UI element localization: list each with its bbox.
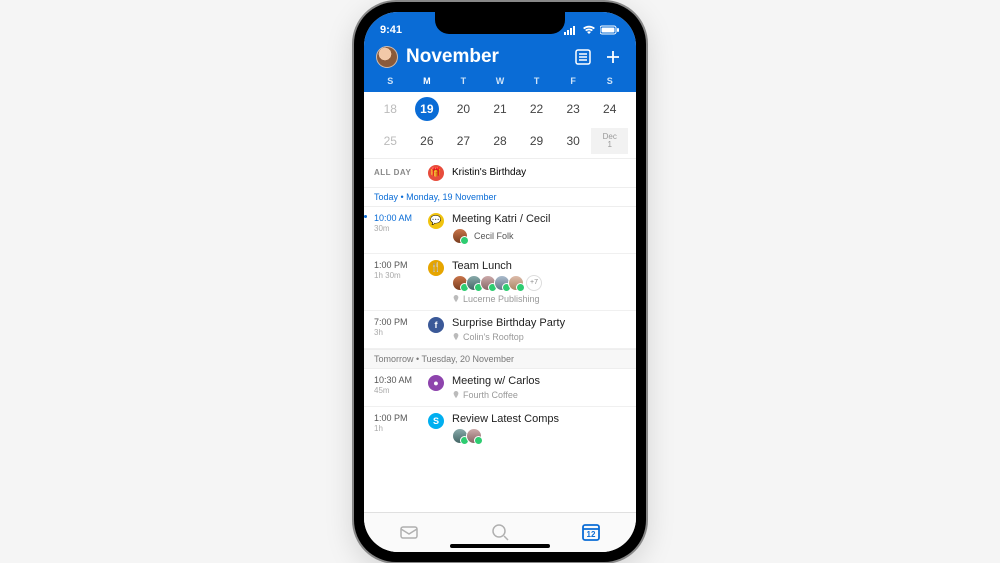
- weekday-col: T: [445, 76, 482, 86]
- month-title[interactable]: November: [406, 46, 564, 68]
- event-row[interactable]: 10:30 AM45m ● Meeting w/ Carlos Fourth C…: [364, 369, 636, 407]
- avatar: [466, 428, 482, 444]
- cal-day[interactable]: 29: [518, 128, 555, 154]
- avatar: [452, 228, 468, 244]
- event-location: Colin's Rooftop: [452, 332, 626, 342]
- event-time: 7:00 PM3h: [374, 317, 420, 342]
- cal-day[interactable]: 23: [555, 96, 592, 122]
- weekday-col: S: [591, 76, 628, 86]
- event-title: Surprise Birthday Party: [452, 317, 626, 329]
- event-title: Meeting Katri / Cecil: [452, 213, 626, 225]
- tab-calendar[interactable]: 12: [580, 521, 602, 543]
- tab-search[interactable]: [489, 521, 511, 543]
- notch: [435, 12, 565, 34]
- event-location: Lucerne Publishing: [452, 294, 626, 304]
- cal-day[interactable]: 21: [482, 96, 519, 122]
- cal-day-selected[interactable]: 19: [409, 96, 446, 122]
- attendees: Cecil Folk: [452, 228, 626, 244]
- cal-day[interactable]: 25: [372, 128, 409, 154]
- event-time: 10:30 AM45m: [374, 375, 420, 400]
- section-header-tomorrow: Tomorrow • Tuesday, 20 November: [364, 349, 636, 369]
- agenda-view-icon[interactable]: [572, 46, 594, 68]
- dot-icon: ●: [428, 375, 444, 391]
- home-indicator[interactable]: [450, 544, 550, 548]
- more-attendees: +7: [526, 275, 542, 291]
- weekday-col: S: [372, 76, 409, 86]
- screen: 9:41 November S M T W T F S: [364, 12, 636, 552]
- attendees: [452, 428, 626, 444]
- phone-frame: 9:41 November S M T W T F S: [354, 2, 646, 562]
- event-title: Review Latest Comps: [452, 413, 626, 425]
- cal-day[interactable]: 18: [372, 96, 409, 122]
- wifi-icon: [582, 25, 596, 35]
- weekday-col: T: [518, 76, 555, 86]
- agenda-list[interactable]: Today • Monday, 19 November 10:00 AM30m …: [364, 187, 636, 512]
- section-header-today: Today • Monday, 19 November: [364, 187, 636, 207]
- event-row[interactable]: 7:00 PM3h f Surprise Birthday Party Coli…: [364, 311, 636, 349]
- event-time: 1:00 PM1h 30m: [374, 260, 420, 304]
- cal-day[interactable]: 22: [518, 96, 555, 122]
- event-row[interactable]: 1:00 PM1h S Review Latest Comps: [364, 407, 636, 453]
- pin-icon: [452, 391, 460, 399]
- event-time: 1:00 PM1h: [374, 413, 420, 447]
- all-day-label: ALL DAY: [374, 168, 420, 177]
- all-day-row[interactable]: ALL DAY 🎁 Kristin's Birthday: [364, 158, 636, 187]
- cal-day[interactable]: 27: [445, 128, 482, 154]
- cal-day[interactable]: 30: [555, 128, 592, 154]
- gift-icon: 🎁: [428, 165, 444, 181]
- chat-icon: 💬: [428, 213, 444, 229]
- skype-icon: S: [428, 413, 444, 429]
- pin-icon: [452, 333, 460, 341]
- signal-icon: [564, 25, 578, 35]
- svg-text:12: 12: [586, 530, 595, 539]
- attendees: +7: [452, 275, 626, 291]
- event-row[interactable]: 10:00 AM30m 💬 Meeting Katri / Cecil Ceci…: [364, 207, 636, 254]
- event-title: Meeting w/ Carlos: [452, 375, 626, 387]
- calendar-grid: 18 19 20 21 22 23 24 25 26 27 28 29 30 D…: [364, 92, 636, 158]
- facebook-icon: f: [428, 317, 444, 333]
- weekday-row: S M T W T F S: [364, 74, 636, 92]
- event-title: Team Lunch: [452, 260, 626, 272]
- weekday-col: F: [555, 76, 592, 86]
- pin-icon: [452, 295, 460, 303]
- tab-mail[interactable]: [398, 521, 420, 543]
- cal-day[interactable]: 20: [445, 96, 482, 122]
- event-location: Fourth Coffee: [452, 390, 626, 400]
- cal-day-nextmonth[interactable]: Dec1: [591, 128, 628, 154]
- event-row[interactable]: 1:00 PM1h 30m 🍴 Team Lunch +7: [364, 254, 636, 311]
- avatar: [508, 275, 524, 291]
- cal-day[interactable]: 28: [482, 128, 519, 154]
- battery-icon: [600, 25, 620, 35]
- header: November: [364, 42, 636, 74]
- weekday-col: M: [409, 76, 446, 86]
- food-icon: 🍴: [428, 260, 444, 276]
- cal-day[interactable]: 26: [409, 128, 446, 154]
- cal-day[interactable]: 24: [591, 96, 628, 122]
- profile-avatar[interactable]: [376, 46, 398, 68]
- all-day-title: Kristin's Birthday: [452, 167, 526, 178]
- weekday-col: W: [482, 76, 519, 86]
- event-time: 10:00 AM30m: [374, 213, 420, 247]
- add-event-icon[interactable]: [602, 46, 624, 68]
- status-time: 9:41: [380, 24, 402, 36]
